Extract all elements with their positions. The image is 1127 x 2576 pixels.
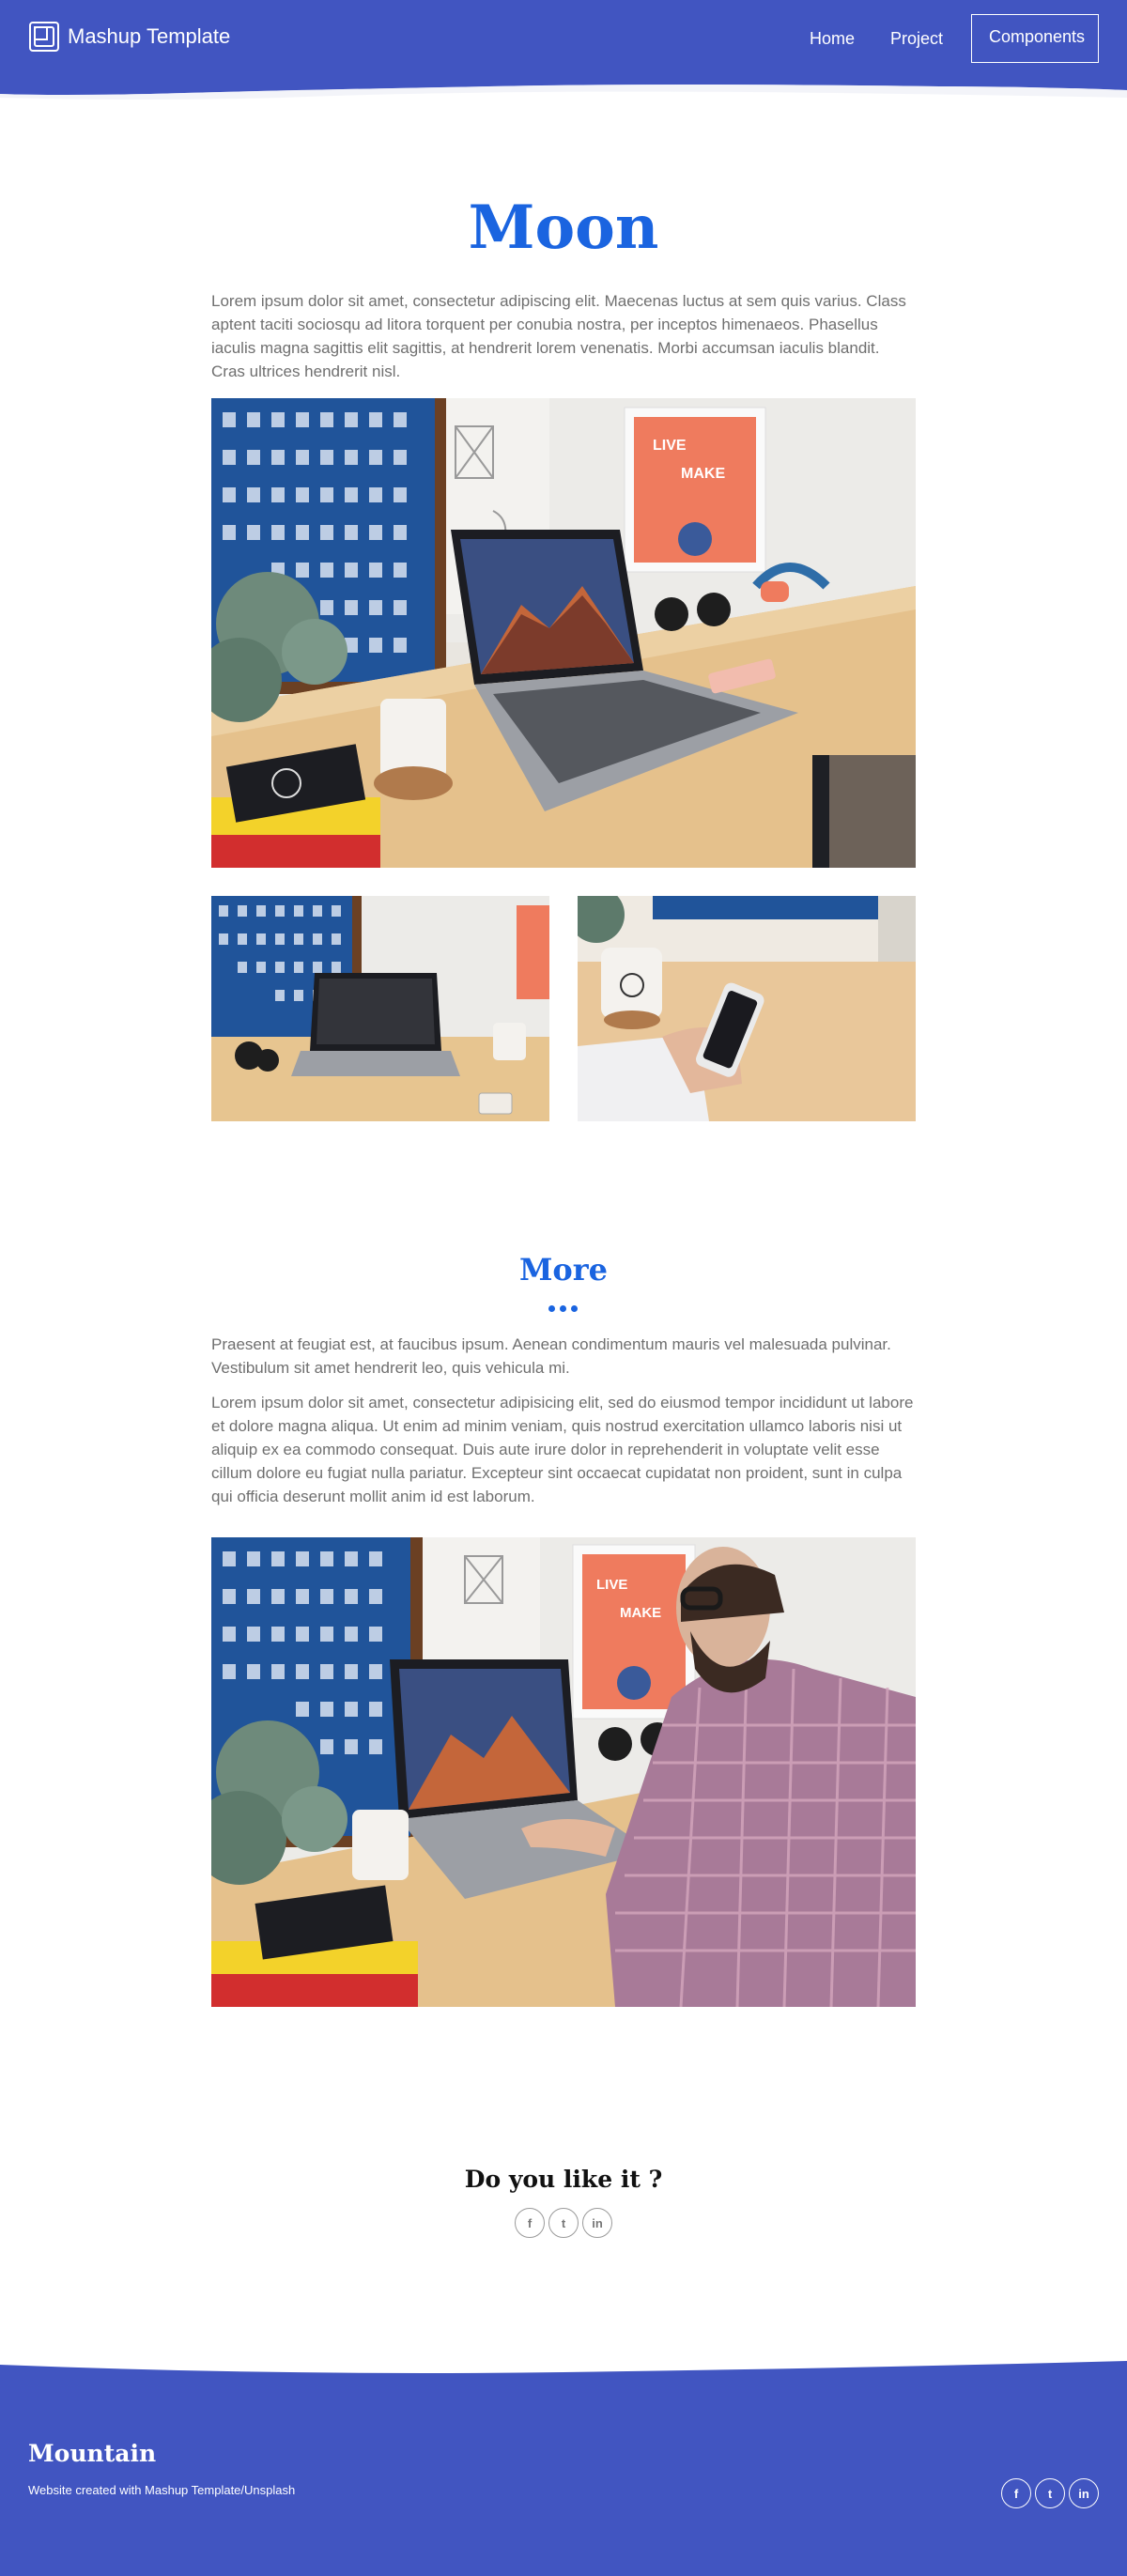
brand-name: Mashup Template: [68, 24, 231, 48]
footer-title: Mountain: [28, 2440, 157, 2467]
section-divider: [548, 1305, 582, 1312]
svg-text:LIVE: LIVE: [596, 1577, 627, 1593]
share-title: Do you like it ?: [464, 2166, 663, 2193]
section-title: More: [519, 1252, 608, 1288]
components-button[interactable]: Components: [971, 14, 1099, 63]
twitter-icon[interactable]: t: [1035, 2478, 1065, 2508]
man-working-photo: LIVE MAKE: [211, 1537, 916, 2007]
phone-in-hand-photo: [578, 896, 916, 1121]
footer: Mountain Website created with Mashup Tem…: [0, 2357, 1127, 2576]
desk-photo-left: [211, 896, 549, 1121]
brand-link[interactable]: Mashup Template: [28, 21, 230, 53]
svg-text:MAKE: MAKE: [681, 466, 725, 482]
linkedin-icon[interactable]: in: [1069, 2478, 1099, 2508]
nav-link-home[interactable]: Home: [810, 29, 855, 49]
section-paragraph-1: Praesent at feugiat est, at faucibus ips…: [211, 1335, 891, 1377]
navbar: Mashup Template Home Project Components: [0, 0, 1127, 103]
nav-link-project[interactable]: Project: [890, 29, 943, 49]
svg-text:MAKE: MAKE: [620, 1605, 661, 1621]
logo-icon: [29, 22, 59, 52]
desk-laptop-photo: LIVE MAKE: [211, 398, 916, 868]
share-buttons: f t in: [515, 2208, 616, 2238]
footer-credit: Website created with Mashup Template/Uns…: [28, 2483, 296, 2497]
footer-social-buttons: f t in: [1001, 2478, 1103, 2508]
facebook-icon[interactable]: f: [515, 2208, 545, 2238]
linkedin-icon[interactable]: in: [582, 2208, 612, 2238]
intro-paragraph: Lorem ipsum dolor sit amet, consectetur …: [211, 292, 906, 380]
facebook-icon[interactable]: f: [1001, 2478, 1031, 2508]
twitter-icon[interactable]: t: [548, 2208, 579, 2238]
footer-background: [0, 2361, 1127, 2576]
svg-text:LIVE: LIVE: [653, 438, 687, 454]
page-title: Moon: [468, 193, 659, 263]
nav-menu: Home Project Components: [774, 14, 1099, 63]
section-paragraph-2: Lorem ipsum dolor sit amet, consectetur …: [211, 1394, 914, 1505]
